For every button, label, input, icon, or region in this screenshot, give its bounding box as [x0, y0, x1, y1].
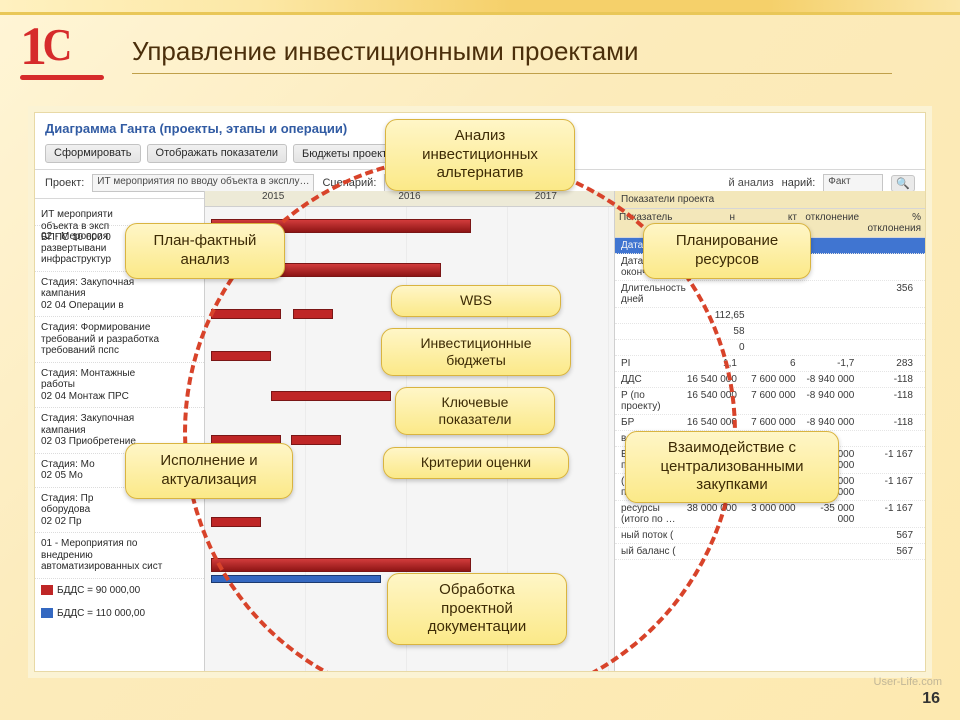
lbl-scenario2: нарий: [782, 177, 816, 189]
task-row: 01 - Мероприятия по внедрению автоматизи… [35, 533, 204, 579]
legend-row: БДДС = 90 000,00 [35, 579, 204, 602]
task-row: ИТ мероприяти объекта в эксп БППС 10 600… [35, 191, 204, 226]
year-label: 2017 [478, 191, 614, 206]
bubble-resource-planning: Планирование ресурсов [643, 223, 811, 279]
page-number: 16 [922, 690, 940, 708]
bubble-investment-budgets: Инвестиционные бюджеты [381, 328, 571, 376]
bubble-wbs: WBS [391, 285, 561, 317]
btn-generate[interactable]: Сформировать [45, 144, 141, 163]
bubble-procurement: Взаимодействие с централизованными закуп… [625, 431, 839, 503]
year-label: 2016 [341, 191, 477, 206]
txt-analysis-cut: й анализ [729, 177, 774, 189]
slide-title: Управление инвестиционными проектами [132, 36, 892, 74]
task-row: Стадия: Формирование требований и разраб… [35, 317, 204, 363]
task-row: Стадия: Монтажные работы 02 04 Монтаж ПР… [35, 363, 204, 409]
lbl-project: Проект: [45, 177, 84, 189]
bubble-execution: Исполнение и актуализация [125, 443, 293, 499]
bubble-documentation: Обработка проектной документации [387, 573, 567, 645]
bubble-plan-fact: План-фактный анализ [125, 223, 285, 279]
legend-row: БДДС = 110 000,00 [35, 602, 204, 625]
content-board: Диаграмма Ганта (проекты, этапы и операц… [34, 112, 926, 672]
watermark: User-Life.com [874, 676, 942, 688]
indicators-title: Показатели проекта [615, 191, 925, 209]
col-pct: % отклонения [863, 209, 925, 237]
lbl-scenario: Сценарий: [322, 177, 376, 189]
logo-1c: 1С [20, 22, 110, 72]
row-duration: Длительность дней [621, 283, 688, 305]
btn-show-indicators[interactable]: Отображать показатели [147, 144, 287, 163]
field-project[interactable]: ИТ мероприятия по вводу объекта в эксплу… [92, 174, 314, 192]
year-label: 2015 [205, 191, 341, 206]
field-scenario2[interactable]: Факт [823, 174, 883, 192]
bubble-analysis-alternatives: Анализ инвестиционных альтернатив [385, 119, 575, 191]
bubble-kpi: Ключевые показатели [395, 387, 555, 435]
bubble-criteria: Критерии оценки [383, 447, 569, 479]
search-icon[interactable]: 🔍 [891, 175, 915, 192]
